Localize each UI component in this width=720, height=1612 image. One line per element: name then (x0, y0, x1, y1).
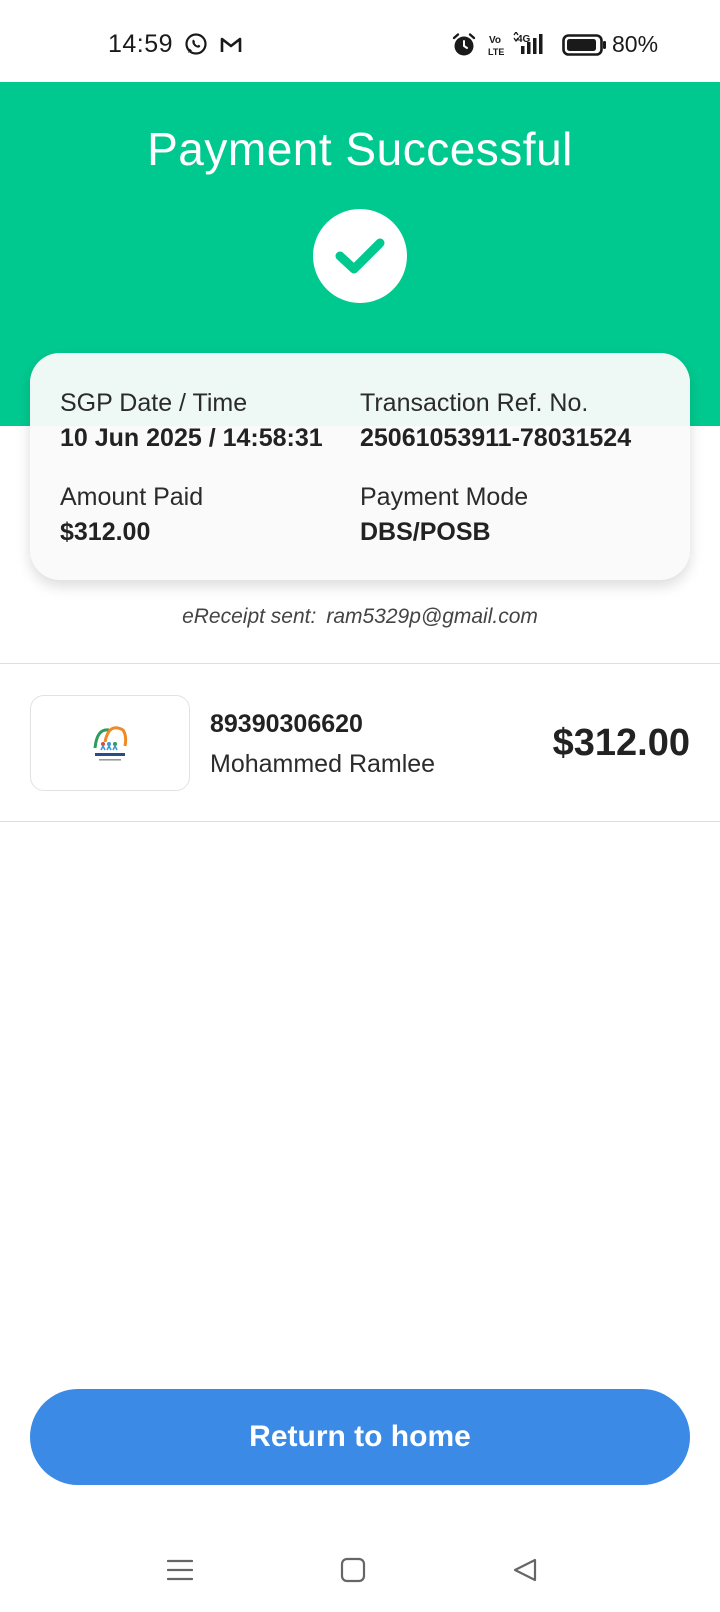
amount-paid-field: Amount Paid $312.00 (60, 483, 203, 547)
transaction-ref-label: Transaction Ref. No. (360, 389, 589, 417)
volte-icon: Vo LTE (486, 32, 506, 63)
amount-paid-label: Amount Paid (60, 483, 204, 511)
alarm-icon (451, 32, 477, 63)
account-holder-name: Mohammed Ramlee (210, 750, 436, 778)
svg-text:LTE: LTE (488, 47, 504, 57)
back-triangle-icon[interactable] (505, 1550, 545, 1590)
ereceipt-info: eReceipt sent: ram5329p@gmail.com (0, 605, 720, 629)
ereceipt-email: ram5329p@gmail.com (326, 605, 538, 628)
date-time-field: SGP Date / Time 10 Jun 2025 / 14:58:31 (60, 389, 323, 453)
merchant-logo (30, 695, 190, 791)
status-time: 14:59 (108, 30, 174, 58)
transaction-details-card: SGP Date / Time 10 Jun 2025 / 14:58:31 T… (30, 353, 690, 580)
amount-paid-value: $312.00 (60, 518, 151, 546)
account-number: 89390306620 (210, 710, 363, 738)
transaction-ref-field: Transaction Ref. No. 25061053911-7803152… (360, 389, 631, 453)
checkmark-icon (335, 238, 385, 274)
gmail-icon (220, 36, 242, 59)
date-time-value: 10 Jun 2025 / 14:58:31 (60, 424, 323, 452)
paid-account-row: 89390306620 Mohammed Ramlee $312.00 (0, 664, 720, 821)
payment-success-screen: 14:59 Vo LTE 4G 80% Payment Successful S… (0, 0, 720, 1612)
whatsapp-icon (184, 32, 208, 61)
page-title: Payment Successful (147, 123, 573, 175)
transaction-ref-value: 25061053911-78031524 (360, 424, 632, 452)
signal-icon: 4G (513, 30, 553, 63)
payment-mode-label: Payment Mode (360, 483, 529, 511)
battery-icon (562, 34, 608, 61)
payment-mode-field: Payment Mode DBS/POSB (360, 483, 528, 547)
status-bar: 14:59 Vo LTE 4G 80% (0, 0, 720, 82)
payment-mode-value: DBS/POSB (360, 518, 491, 546)
date-time-label: SGP Date / Time (60, 389, 248, 417)
divider (0, 821, 720, 822)
svg-text:Vo: Vo (489, 35, 501, 46)
return-to-home-button[interactable]: Return to home (30, 1389, 690, 1485)
system-nav-bar (0, 1530, 720, 1612)
merchant-logo-image (93, 726, 128, 761)
battery-percent: 80% (612, 31, 659, 57)
ereceipt-label: eReceipt sent: (182, 605, 317, 628)
menu-icon[interactable] (160, 1550, 200, 1590)
success-badge (313, 209, 407, 303)
account-amount: $312.00 (552, 722, 690, 764)
home-square-icon[interactable] (333, 1550, 373, 1590)
